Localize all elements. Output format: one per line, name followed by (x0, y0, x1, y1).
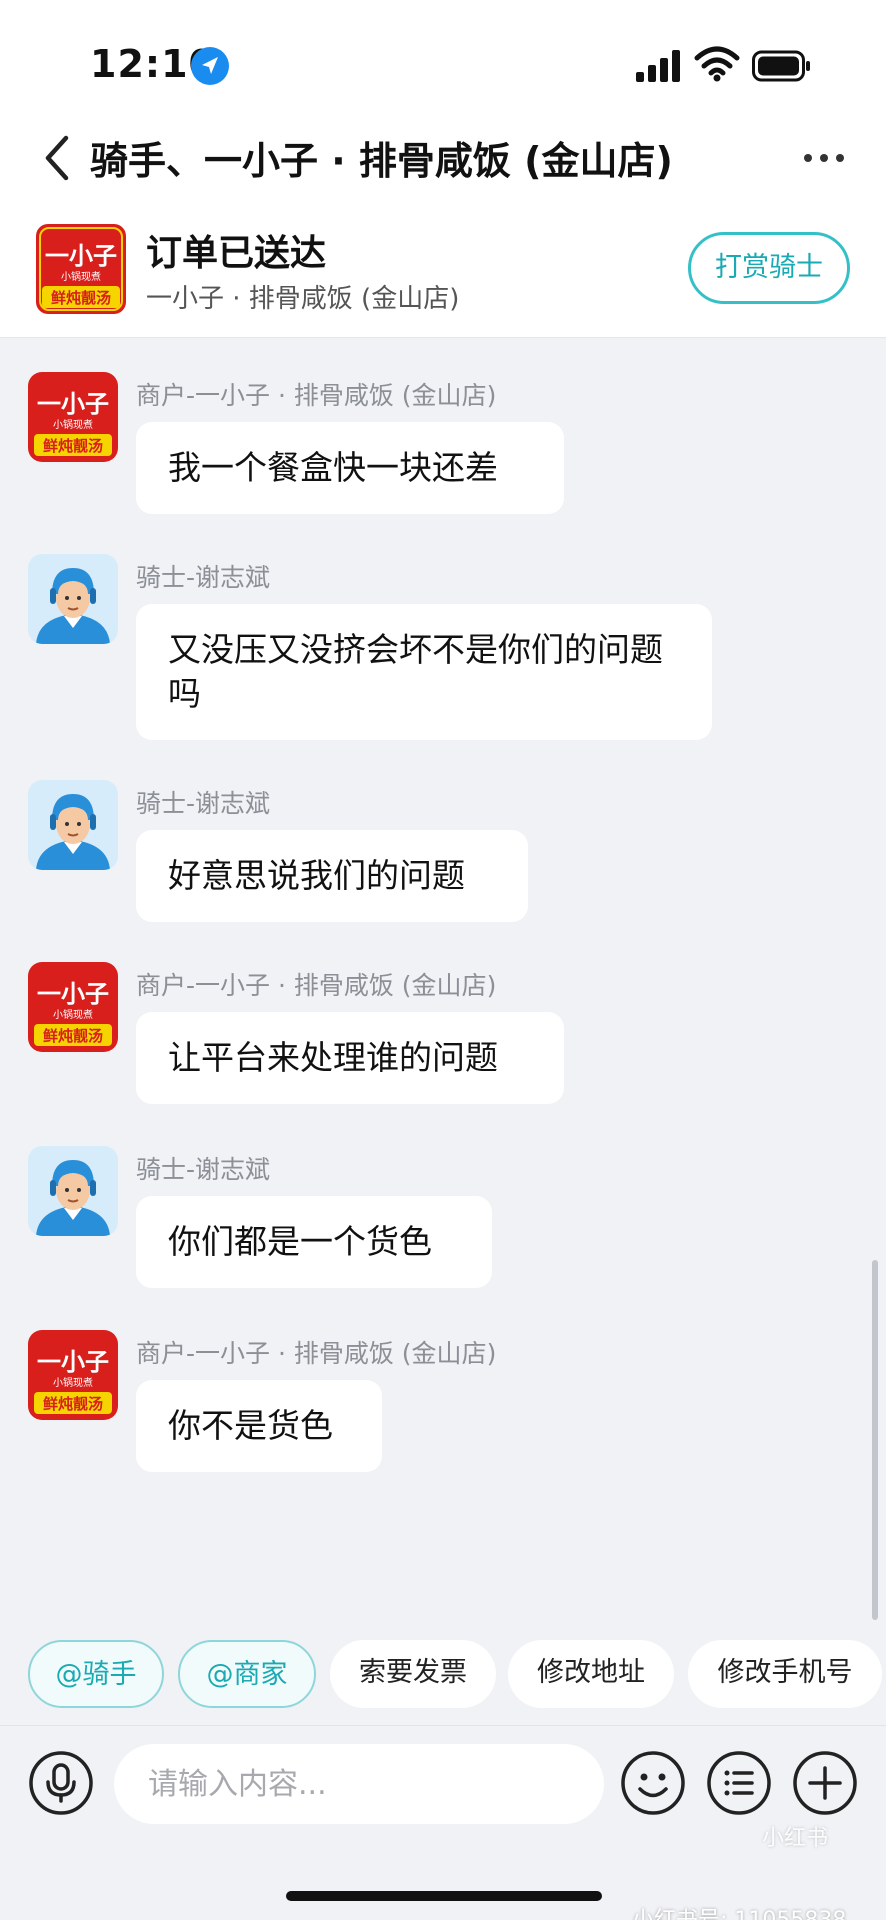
message-bubble[interactable]: 好意思说我们的问题 (136, 830, 528, 922)
cellular-signal-icon (636, 50, 680, 82)
change-phone-chip[interactable]: 修改手机号 (688, 1640, 882, 1708)
nav-bar: 骑手、一小子 · 排骨咸饭 (金山店) (0, 110, 886, 210)
scrollbar[interactable] (872, 1260, 878, 1620)
change-address-chip[interactable]: 修改地址 (508, 1640, 674, 1708)
message-input[interactable] (114, 1744, 604, 1824)
message-bubble[interactable]: 让平台来处理谁的问题 (136, 1012, 564, 1104)
svg-text:鲜炖靓汤: 鲜炖靓汤 (43, 1395, 103, 1413)
more-options-icon[interactable] (800, 144, 848, 172)
message-bubble[interactable]: 又没压又没挤会坏不是你们的问题吗 (136, 604, 712, 740)
message-sender: 骑士-谢志斌 (136, 1155, 271, 1184)
chat-message-list[interactable]: 一小子 小锅现煮 鲜炖靓汤 商户-一小子 · 排骨咸饭 (金山店) 我一个餐盒快… (0, 338, 886, 1638)
emoji-icon[interactable] (620, 1750, 686, 1816)
store-logo[interactable]: 一小子 小锅现煮 鲜炖靓汤 (36, 224, 126, 314)
svg-text:鲜炖靓汤: 鲜炖靓汤 (51, 289, 111, 307)
watermark-text: 小红书号: 11055838 (632, 1902, 846, 1920)
battery-icon (752, 50, 810, 82)
message-sender: 骑士-谢志斌 (136, 563, 271, 592)
svg-text:小锅现煮: 小锅现煮 (53, 1009, 93, 1021)
message-sender: 商户-一小子 · 排骨咸饭 (金山店) (136, 1339, 497, 1368)
svg-text:一小子: 一小子 (37, 390, 109, 418)
order-store-name: 一小子 · 排骨咸饭 (金山店) (146, 284, 460, 314)
mention-merchant-chip[interactable]: @商家 (178, 1640, 316, 1708)
rider-avatar[interactable] (28, 554, 118, 644)
svg-text:一小子: 一小子 (45, 242, 117, 270)
mention-rider-chip[interactable]: @骑手 (28, 1640, 164, 1708)
svg-text:小锅现煮: 小锅现煮 (53, 1377, 93, 1389)
svg-text:一小子: 一小子 (37, 1348, 109, 1376)
order-status: 订单已送达 (146, 233, 327, 274)
back-chevron-icon[interactable] (36, 128, 76, 188)
home-indicator[interactable] (286, 1891, 602, 1901)
microphone-icon[interactable] (28, 1750, 94, 1816)
svg-text:鲜炖靓汤: 鲜炖靓汤 (43, 1027, 103, 1045)
message-bubble[interactable]: 你们都是一个货色 (136, 1196, 492, 1288)
status-bar: 12:10 (0, 0, 886, 120)
watermark-logo: 小红书 (761, 1826, 828, 1851)
message-sender: 商户-一小子 · 排骨咸饭 (金山店) (136, 381, 497, 410)
merchant-avatar[interactable]: 一小子 小锅现煮 鲜炖靓汤 (28, 1330, 118, 1420)
message-sender: 商户-一小子 · 排骨咸饭 (金山店) (136, 971, 497, 1000)
message-bubble[interactable]: 我一个餐盒快一块还差 (136, 422, 564, 514)
order-header: 一小子 小锅现煮 鲜炖靓汤 订单已送达 一小子 · 排骨咸饭 (金山店) 打赏骑… (0, 210, 886, 338)
rider-avatar[interactable] (28, 780, 118, 870)
merchant-avatar[interactable]: 一小子 小锅现煮 鲜炖靓汤 (28, 962, 118, 1052)
svg-text:小锅现煮: 小锅现煮 (61, 271, 101, 283)
merchant-avatar[interactable]: 一小子 小锅现煮 鲜炖靓汤 (28, 372, 118, 462)
svg-text:鲜炖靓汤: 鲜炖靓汤 (43, 437, 103, 455)
request-invoice-chip[interactable]: 索要发票 (330, 1640, 496, 1708)
svg-text:一小子: 一小子 (37, 980, 109, 1008)
input-bar: 小红书 小红书号: 11055838 (0, 1725, 886, 1920)
page-title: 骑手、一小子 · 排骨咸饭 (金山店) (90, 139, 673, 183)
message-sender: 骑士-谢志斌 (136, 789, 271, 818)
svg-text:小锅现煮: 小锅现煮 (53, 419, 93, 431)
quick-action-bar: @骑手 @商家 索要发票 修改地址 修改手机号 (0, 1640, 886, 1710)
rider-avatar[interactable] (28, 1146, 118, 1236)
message-bubble[interactable]: 你不是货色 (136, 1380, 382, 1472)
tip-rider-button[interactable]: 打赏骑士 (688, 232, 850, 304)
location-arrow-icon (191, 47, 229, 85)
plus-icon[interactable] (792, 1750, 858, 1816)
wifi-icon (694, 46, 740, 82)
list-menu-icon[interactable] (706, 1750, 772, 1816)
